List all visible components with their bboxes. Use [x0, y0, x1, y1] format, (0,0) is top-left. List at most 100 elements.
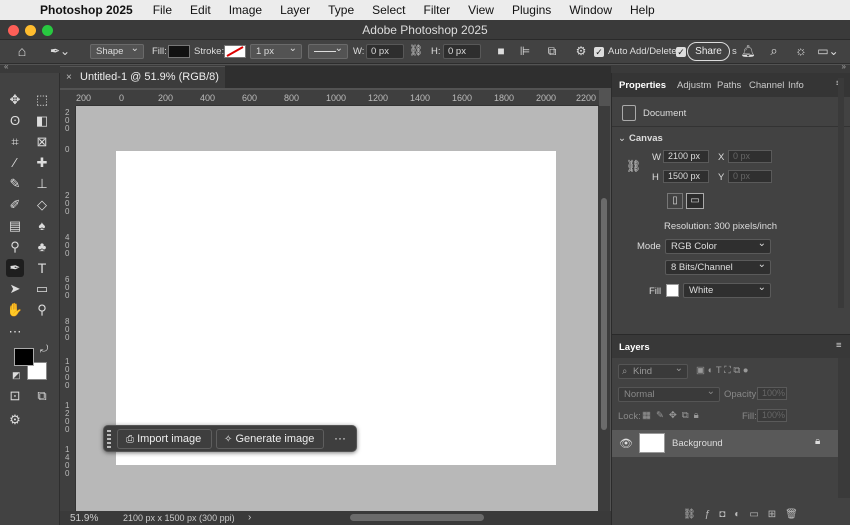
home-icon[interactable]: ⌂ — [12, 43, 32, 59]
swap-colors-icon[interactable]: ⤾ — [40, 344, 48, 355]
stroke-width-select[interactable]: 1 px — [250, 42, 302, 59]
blur-tool-icon[interactable]: ♠ — [33, 217, 51, 235]
menu-edit[interactable]: Edit — [190, 3, 211, 17]
default-colors-icon[interactable]: ◩ — [12, 370, 21, 381]
menu-view[interactable]: View — [468, 3, 494, 17]
layer-row-background[interactable]: 👁︎ Background 🔒︎ — [612, 430, 838, 457]
layer-lock-icon[interactable]: 🔒︎ — [815, 436, 820, 447]
drag-handle-icon[interactable] — [107, 430, 111, 448]
tab-layers[interactable]: Layers — [619, 342, 650, 353]
tab-paths[interactable]: Paths — [717, 80, 741, 91]
auto-add-delete-checkbox[interactable]: ✓ — [594, 47, 604, 57]
generate-image-button[interactable]: ✧ Generate image — [216, 429, 324, 449]
path-arrangement-icon[interactable]: ⧉ — [543, 43, 561, 59]
tool-mode-select[interactable]: Shape — [90, 42, 144, 59]
history-brush-tool-icon[interactable]: ✐ — [6, 196, 24, 214]
menu-app-name[interactable]: Photoshop 2025 — [40, 3, 133, 17]
eyedropper-tool-icon[interactable]: ⁄ — [6, 154, 24, 172]
fill-select[interactable]: White — [683, 281, 771, 298]
workspace-icon[interactable]: ▭⌄ — [816, 43, 840, 59]
align-edges-checkbox[interactable]: ✓ — [676, 47, 686, 57]
canvas-height-field[interactable]: 1500 px — [663, 170, 709, 183]
collapse-panels-icon[interactable]: » — [842, 62, 846, 71]
shape-width-field[interactable]: 0 px — [366, 44, 404, 59]
more-options-icon[interactable]: ··· — [334, 431, 346, 445]
link-dimensions-icon[interactable]: ⛓ — [626, 159, 641, 173]
stroke-type-select[interactable] — [308, 42, 348, 59]
document-tab[interactable]: × Untitled-1 @ 51.9% (RGB/8) * — [60, 66, 225, 104]
scrollbar-thumb[interactable] — [601, 198, 607, 430]
canvas-width-field[interactable]: 2100 px — [663, 150, 709, 163]
document-canvas[interactable] — [116, 151, 556, 465]
menu-window[interactable]: Window — [569, 3, 612, 17]
vertical-ruler[interactable]: 2 0 0 0 2 0 0 4 0 0 6 0 0 8 0 0 1 0 0 0 1 2 0 0… — [60, 106, 76, 511]
bit-depth-select[interactable]: 8 Bits/Channel — [665, 258, 771, 275]
path-alignment-icon[interactable]: ⊫ — [517, 43, 533, 59]
canvas-section-title[interactable]: Canvas — [629, 133, 663, 144]
move-tool-icon[interactable]: ✥ — [6, 91, 24, 109]
lock-icons[interactable]: ▦✎✥⧉🔒︎ — [642, 410, 704, 421]
layers-menu-icon[interactable]: ≡ — [836, 340, 842, 351]
canvas-x-field[interactable]: 0 px — [728, 150, 772, 163]
blend-mode-select[interactable]: Normal — [618, 385, 720, 402]
eraser-tool-icon[interactable]: ◇ — [33, 196, 51, 214]
properties-scrollbar[interactable] — [838, 78, 844, 308]
object-selection-tool-icon[interactable]: ◧ — [33, 112, 51, 130]
canvas-y-field[interactable]: 0 px — [728, 170, 772, 183]
menu-image[interactable]: Image — [229, 3, 262, 17]
frame-tool-icon[interactable]: ⊠ — [33, 133, 51, 151]
canvas-section-chevron-icon[interactable]: ⌄ — [618, 133, 626, 144]
layer-action-icons[interactable]: ⛓ƒ◘◐▭⊞🗑︎ — [683, 509, 807, 520]
edit-toolbar-icon[interactable]: ⚙ — [6, 411, 24, 429]
zoom-tool-icon[interactable]: ⚲ — [33, 301, 51, 319]
quick-mask-icon[interactable]: ⊡ — [6, 387, 24, 405]
link-icon[interactable]: ⛓ — [408, 43, 424, 59]
rectangle-tool-icon[interactable]: ▭ — [33, 280, 51, 298]
marquee-tool-icon[interactable]: ⬚ — [33, 91, 51, 109]
pen-tool-preset-icon[interactable]: ✒⌄ — [46, 43, 74, 59]
gear-icon[interactable]: ⚙ — [573, 43, 589, 59]
layer-name[interactable]: Background — [672, 438, 723, 449]
opacity-field[interactable]: 100% — [757, 387, 787, 400]
landscape-orientation-icon[interactable]: ▭ — [686, 193, 704, 209]
stroke-swatch[interactable] — [224, 45, 246, 58]
more-tools-icon[interactable]: ⋯ — [6, 323, 24, 341]
layer-fill-field[interactable]: 100% — [757, 409, 787, 422]
path-operations-icon[interactable]: ■ — [493, 43, 509, 59]
menu-help[interactable]: Help — [630, 3, 655, 17]
smudge-tool-icon[interactable]: ♣ — [33, 238, 51, 256]
type-tool-icon[interactable]: T — [33, 259, 51, 277]
tab-channels[interactable]: Channel — [749, 80, 784, 91]
tab-adjustments[interactable]: Adjustm — [677, 80, 711, 91]
fill-color-swatch[interactable] — [666, 284, 679, 297]
brush-tool-icon[interactable]: ✎ — [6, 175, 24, 193]
lasso-tool-icon[interactable]: ʘ — [6, 112, 24, 130]
menu-select[interactable]: Select — [372, 3, 405, 17]
dodge-tool-icon[interactable]: ⚲ — [6, 238, 24, 256]
horizontal-ruler[interactable]: 200 0 200 400 600 800 1000 1200 1400 1600 1800 2000… — [76, 90, 599, 106]
shape-height-field[interactable]: 0 px — [443, 44, 481, 59]
document-size-info[interactable]: 2100 px x 1500 px (300 ppi) — [123, 513, 235, 523]
menu-layer[interactable]: Layer — [280, 3, 310, 17]
close-tab-icon[interactable]: × — [66, 67, 72, 88]
menu-plugins[interactable]: Plugins — [512, 3, 551, 17]
screen-mode-icon[interactable]: ⧉ — [33, 387, 51, 405]
color-mode-select[interactable]: RGB Color — [665, 237, 771, 254]
layer-filter-select[interactable]: ⌕ Kind — [618, 362, 688, 379]
vertical-scrollbar[interactable] — [598, 106, 610, 511]
fill-swatch[interactable] — [168, 45, 190, 58]
portrait-orientation-icon[interactable]: ▯ — [667, 193, 683, 209]
discover-icon[interactable]: ☼ — [792, 43, 810, 59]
path-selection-tool-icon[interactable]: ➤ — [6, 280, 24, 298]
menu-filter[interactable]: Filter — [423, 3, 450, 17]
expand-toolbar-icon[interactable]: « — [4, 62, 8, 71]
layers-scrollbar[interactable] — [838, 358, 850, 498]
tab-properties[interactable]: Properties — [619, 80, 666, 91]
spot-healing-tool-icon[interactable]: ✚ — [33, 154, 51, 172]
menu-file[interactable]: File — [153, 3, 172, 17]
pen-tool-icon[interactable]: ✒ — [6, 259, 24, 277]
search-icon[interactable]: ⌕ — [766, 43, 782, 59]
import-image-button[interactable]: ⎙ Import image — [117, 429, 212, 449]
stamp-tool-icon[interactable]: ⊥ — [33, 175, 51, 193]
filter-type-icons[interactable]: ▣ ◐ T ⛶ ⧉ ● — [696, 365, 749, 376]
